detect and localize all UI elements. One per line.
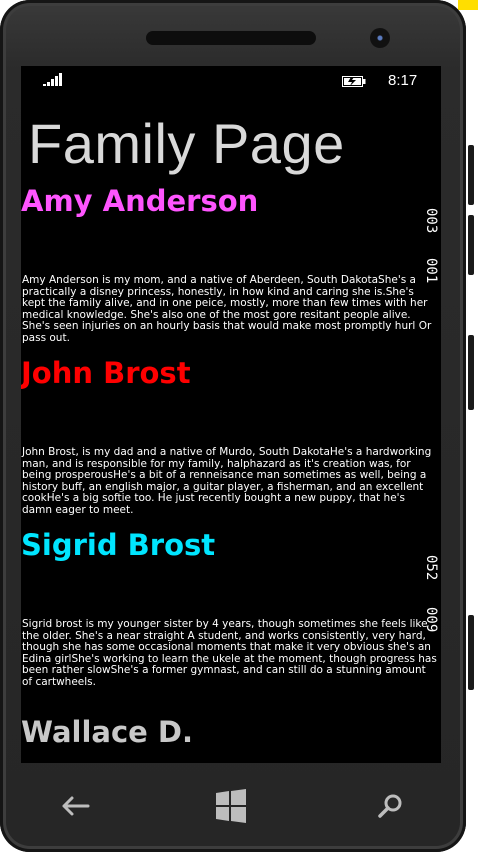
member-name: Sigrid Brost: [21, 528, 216, 562]
status-time: 8:17: [388, 72, 418, 89]
speaker-grille: [146, 31, 316, 45]
volume-down-button[interactable]: [468, 215, 474, 275]
windows-start-icon[interactable]: [212, 788, 250, 824]
power-button[interactable]: [468, 335, 474, 410]
frame-counter: 052: [423, 555, 439, 581]
signal-strength-icon: [43, 73, 62, 86]
back-arrow-icon[interactable]: [56, 792, 96, 820]
frame-counter: 003: [423, 208, 439, 234]
camera-icon: [370, 28, 390, 48]
volume-up-button[interactable]: [468, 145, 474, 205]
frame-counter: 001: [423, 258, 439, 284]
member-section: Sigrid Brost: [21, 528, 441, 562]
member-bio: John Brost, is my dad and a native of Mu…: [22, 446, 432, 516]
frame-counter: 009: [423, 607, 439, 633]
member-name: Amy Anderson: [21, 184, 259, 218]
app-screen: 8:17 Family Page Amy Anderson Amy Anders…: [21, 66, 441, 763]
member-section: Amy Anderson: [21, 184, 441, 218]
camera-button[interactable]: [468, 615, 474, 690]
member-name: Wallace D.: [21, 715, 194, 749]
member-bio: Amy Anderson is my mom, and a native of …: [22, 274, 432, 344]
search-icon[interactable]: [370, 792, 410, 820]
page-title: Family Page: [28, 112, 345, 175]
battery-charging-icon: [342, 76, 366, 87]
member-name: John Brost: [21, 356, 191, 390]
member-bio: Sigrid brost is my younger sister by 4 y…: [22, 618, 437, 688]
member-section: Wallace D.: [21, 715, 441, 749]
status-bar: 8:17: [21, 66, 441, 96]
member-section: John Brost: [21, 356, 441, 390]
window-edge-marker: [458, 0, 478, 10]
